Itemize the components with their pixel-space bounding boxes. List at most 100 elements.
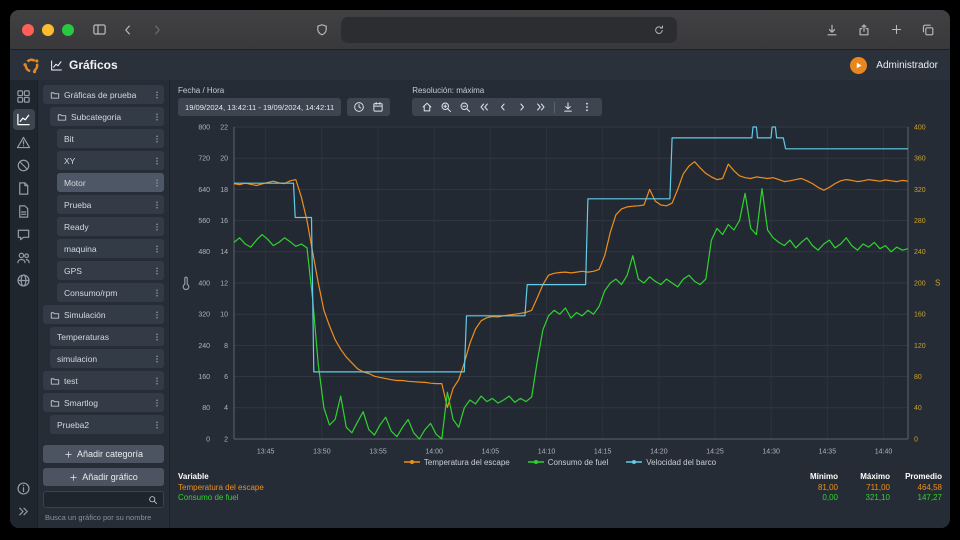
kebab-menu-icon[interactable] <box>152 90 162 100</box>
stats-header-variable: Variable <box>178 472 786 481</box>
globe-icon <box>16 273 31 288</box>
kebab-menu-icon[interactable] <box>152 156 162 166</box>
legend-item-velocidad-del-barco[interactable]: Velocidad del barco <box>626 458 716 467</box>
stats-rows: Temperatura del escape81,00711,00464,58C… <box>178 482 942 502</box>
sidebar-item-maquina[interactable]: maquina <box>57 239 164 258</box>
kebab-menu-icon[interactable] <box>152 376 162 386</box>
sidebar-item-label: Gráficas de prueba <box>64 90 148 100</box>
zoom-in-icon[interactable] <box>440 101 452 113</box>
sidebar-item-label: GPS <box>64 266 148 276</box>
slash-circle-icon <box>16 158 31 173</box>
kebab-menu-icon[interactable] <box>152 354 162 364</box>
svg-text:13:45: 13:45 <box>257 448 275 455</box>
sidebar-item-simulacion[interactable]: Simulación <box>43 305 164 324</box>
sidebar-item-xy[interactable]: XY <box>57 151 164 170</box>
kebab-menu-icon[interactable] <box>152 244 162 254</box>
page-title-group: Gráficos <box>50 58 118 72</box>
folder-icon <box>50 376 60 386</box>
sidebar-item-motor[interactable]: Motor <box>57 173 164 192</box>
svg-text:20: 20 <box>220 156 228 163</box>
chart-canvas[interactable]: 0208044016068024081203201016040012200480… <box>178 121 942 455</box>
svg-text:320: 320 <box>914 187 926 194</box>
share-icon[interactable] <box>854 20 874 40</box>
user-avatar[interactable] <box>850 57 867 74</box>
sidebar-item-graficas-de-prueba[interactable]: Gráficas de prueba <box>43 85 164 104</box>
kebab-menu-icon[interactable] <box>581 101 593 113</box>
sidebar-item-test[interactable]: test <box>43 371 164 390</box>
rail-file-icon[interactable] <box>13 178 35 199</box>
user-name[interactable]: Administrador <box>876 60 938 71</box>
jump-start-icon[interactable] <box>478 101 490 113</box>
add-chart-button[interactable]: Añadir gráfico <box>43 468 164 486</box>
tab-overview-icon[interactable] <box>918 20 938 40</box>
shield-icon[interactable] <box>312 20 332 40</box>
address-bar[interactable] <box>341 17 677 43</box>
kebab-menu-icon[interactable] <box>152 222 162 232</box>
rail-users-icon[interactable] <box>13 247 35 268</box>
downloads-icon[interactable] <box>822 20 842 40</box>
app-logo-icon[interactable] <box>22 56 41 75</box>
add-category-label: Añadir categoría <box>77 449 143 459</box>
kebab-menu-icon[interactable] <box>152 200 162 210</box>
kebab-menu-icon[interactable] <box>152 332 162 342</box>
sidebar-item-label: maquina <box>64 244 148 254</box>
search-input[interactable] <box>49 495 144 505</box>
rail-apps-grid-icon[interactable] <box>13 86 35 107</box>
sidebar-item-consumo-rpm[interactable]: Consumo/rpm <box>57 283 164 302</box>
jump-end-icon[interactable] <box>535 101 547 113</box>
rail-slash-circle-icon[interactable] <box>13 155 35 176</box>
kebab-menu-icon[interactable] <box>152 112 162 122</box>
reload-icon[interactable] <box>649 20 669 40</box>
home-icon[interactable] <box>421 101 433 113</box>
sidebar-item-label: Consumo/rpm <box>64 288 148 298</box>
rail-chat-icon[interactable] <box>13 224 35 245</box>
new-tab-icon[interactable] <box>886 20 906 40</box>
zoom-window-button[interactable] <box>62 24 74 36</box>
rail-globe-icon[interactable] <box>13 270 35 291</box>
stats-cell-name: Temperatura del escape <box>178 483 786 492</box>
sidebar-item-temperaturas[interactable]: Temperaturas <box>50 327 164 346</box>
rail-warning-icon[interactable] <box>13 132 35 153</box>
forward-button[interactable] <box>147 20 167 40</box>
date-range-button[interactable]: 19/09/2024, 13:42:11 - 19/09/2024, 14:42… <box>178 98 341 116</box>
step-back-icon[interactable] <box>497 101 509 113</box>
svg-text:200: 200 <box>914 280 926 287</box>
kebab-menu-icon[interactable] <box>152 310 162 320</box>
close-window-button[interactable] <box>22 24 34 36</box>
sidebar-item-smartlog[interactable]: Smartlog <box>43 393 164 412</box>
rail-chart-line-icon[interactable] <box>13 109 35 130</box>
svg-text:8: 8 <box>224 343 228 350</box>
kebab-menu-icon[interactable] <box>152 134 162 144</box>
rail-double-chevron-right-icon[interactable] <box>13 501 35 522</box>
stats-cell-min: 81,00 <box>786 483 838 492</box>
legend-item-temperatura-del-escape[interactable]: Temperatura del escape <box>404 458 510 467</box>
svg-text:120: 120 <box>914 343 926 350</box>
add-category-button[interactable]: Añadir categoría <box>43 445 164 463</box>
sidebar-toggle-icon[interactable] <box>89 20 109 40</box>
date-picker-icons <box>347 98 390 116</box>
sidebar-item-subcategoria[interactable]: Subcategoria <box>50 107 164 126</box>
kebab-menu-icon[interactable] <box>152 178 162 188</box>
clock-icon[interactable] <box>353 101 365 113</box>
search-icon[interactable] <box>148 495 158 505</box>
sidebar-item-prueba[interactable]: Prueba <box>57 195 164 214</box>
back-button[interactable] <box>118 20 138 40</box>
sidebar-item-gps[interactable]: GPS <box>57 261 164 280</box>
minimize-window-button[interactable] <box>42 24 54 36</box>
rail-report-icon[interactable] <box>13 201 35 222</box>
zoom-out-icon[interactable] <box>459 101 471 113</box>
legend-item-consumo-de-fuel[interactable]: Consumo de fuel <box>528 458 608 467</box>
chart-controls: Fecha / Hora 19/09/2024, 13:42:11 - 19/0… <box>178 86 942 116</box>
calendar-icon[interactable] <box>372 101 384 113</box>
kebab-menu-icon[interactable] <box>152 398 162 408</box>
kebab-menu-icon[interactable] <box>152 288 162 298</box>
kebab-menu-icon[interactable] <box>152 266 162 276</box>
sidebar-item-bit[interactable]: Bit <box>57 129 164 148</box>
sidebar-item-ready[interactable]: Ready <box>57 217 164 236</box>
sidebar-item-simulacion[interactable]: simulacion <box>50 349 164 368</box>
rail-info-icon[interactable] <box>13 478 35 499</box>
download-icon[interactable] <box>562 101 574 113</box>
kebab-menu-icon[interactable] <box>152 420 162 430</box>
sidebar-item-prueba2[interactable]: Prueba2 <box>50 415 164 434</box>
step-forward-icon[interactable] <box>516 101 528 113</box>
